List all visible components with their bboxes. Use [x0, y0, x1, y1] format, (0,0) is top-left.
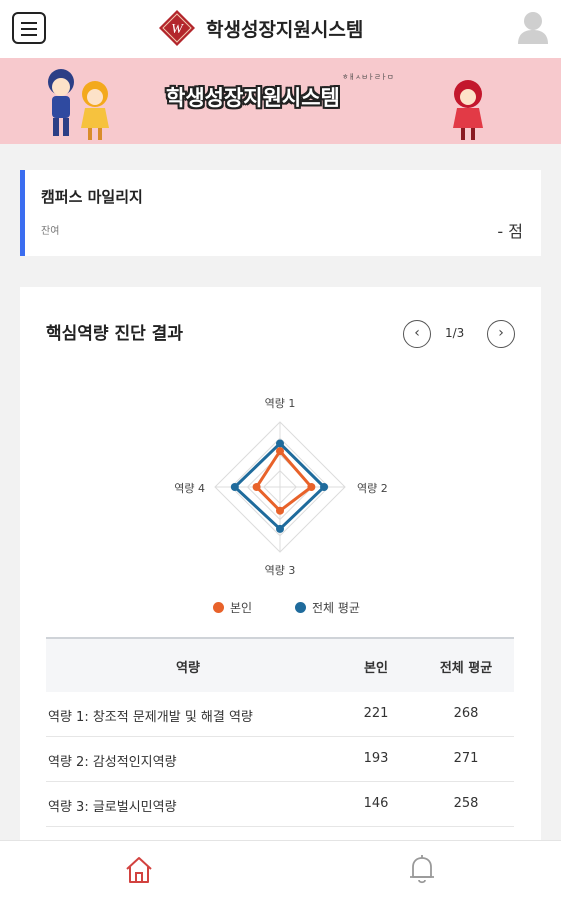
- bottom-navigation: [0, 840, 561, 900]
- menu-icon-line: [21, 34, 37, 36]
- legend-dot: [295, 602, 306, 613]
- mileage-card[interactable]: 캠퍼스 마일리지 잔여 - 점: [20, 170, 541, 256]
- radar-data-point: [276, 439, 284, 448]
- row-average-score: 258: [453, 796, 479, 811]
- page-indicator: 1/3: [445, 326, 465, 340]
- row-self-score: 193: [363, 751, 389, 766]
- row-self-score: 146: [363, 796, 389, 811]
- radar-data-point: [276, 524, 284, 533]
- next-page-button[interactable]: ›: [487, 320, 515, 348]
- row-average-score: 271: [453, 751, 479, 766]
- axis-label: 역량 2: [357, 482, 388, 495]
- menu-icon: [21, 22, 37, 24]
- banner: ㅎㅐㅅㅂㅏㄹㅏㅁ 학생성장지원시스템: [0, 58, 561, 144]
- radar-data-point: [307, 483, 316, 491]
- radar-chart: 역량 1 역량 2 역량 3 역량 4: [174, 397, 388, 577]
- radar-data-point: [276, 447, 284, 456]
- legend-item-average: 전체 평균: [295, 599, 360, 616]
- radar-data-point: [230, 483, 239, 491]
- radar-data-point: [320, 483, 329, 491]
- axis-label: 역량 1: [265, 397, 296, 410]
- column-header-average: 전체 평균: [439, 661, 493, 676]
- pager: ‹ 1/3 ›: [403, 320, 515, 348]
- character-girl-illustration: [81, 81, 109, 140]
- axis-label: 역량 4: [174, 482, 205, 495]
- axis-label: 역량 3: [265, 564, 296, 577]
- mileage-balance-value: - 점: [497, 222, 523, 241]
- legend-item-self: 본인: [213, 599, 252, 616]
- table-header: 역량 본인 전체 평균: [46, 637, 514, 692]
- column-header-self: 본인: [364, 661, 388, 676]
- menu-icon-line: [21, 28, 37, 30]
- table-row: 역량 3: 글로벌시민역량 146 258: [46, 782, 514, 827]
- legend-dot: [213, 602, 224, 613]
- chart-legend: 본인 전체 평균: [20, 599, 541, 619]
- radar-data-point: [276, 506, 284, 515]
- table-row: 역량 2: 감성적인지역량 193 271: [46, 737, 514, 782]
- banner-title: 학생성장지원시스템: [166, 86, 340, 110]
- prev-page-button[interactable]: ‹: [403, 320, 431, 348]
- row-self-score: 221: [363, 706, 389, 721]
- character-boy-illustration: [48, 69, 74, 136]
- top-bar: W 학생성장지원시스템: [0, 0, 561, 58]
- column-header-competency: 역량: [176, 661, 200, 676]
- radar-data-point: [252, 483, 261, 491]
- chevron-left-icon: ‹: [414, 325, 420, 341]
- legend-label: 본인: [230, 601, 253, 615]
- profile-icon[interactable]: [516, 8, 550, 46]
- character-redhair-illustration: [453, 80, 483, 140]
- mileage-balance-label: 잔여: [41, 226, 60, 237]
- app-title: 학생성장지원시스템: [206, 19, 364, 41]
- table-row: 역량 1: 창조적 문제개발 및 해결 역량 221 268: [46, 692, 514, 737]
- competency-diagnosis-card: 핵심역량 진단 결과 ‹ 1/3 › 역량 1 역량 2 역량 3 역량 4 본…: [20, 287, 541, 847]
- chevron-right-icon: ›: [498, 325, 504, 341]
- competency-table: 역량 본인 전체 평균 역량 1: 창조적 문제개발 및 해결 역량 221 2…: [46, 637, 514, 827]
- mileage-title: 캠퍼스 마일리지: [41, 188, 143, 206]
- home-icon[interactable]: [124, 855, 154, 885]
- svg-text:W: W: [171, 22, 184, 37]
- menu-button[interactable]: [12, 12, 46, 44]
- banner-subtitle: ㅎㅐㅅㅂㅏㄹㅏㅁ: [342, 73, 394, 81]
- bell-icon[interactable]: [408, 853, 436, 885]
- school-logo: W: [159, 10, 195, 46]
- row-competency-name: 역량 3: 글로벌시민역량: [48, 800, 177, 815]
- row-average-score: 268: [453, 706, 479, 721]
- row-competency-name: 역량 1: 창조적 문제개발 및 해결 역량: [48, 710, 253, 725]
- legend-label: 전체 평균: [312, 601, 360, 615]
- diagnosis-title: 핵심역량 진단 결과: [46, 324, 183, 344]
- row-competency-name: 역량 2: 감성적인지역량: [48, 755, 177, 770]
